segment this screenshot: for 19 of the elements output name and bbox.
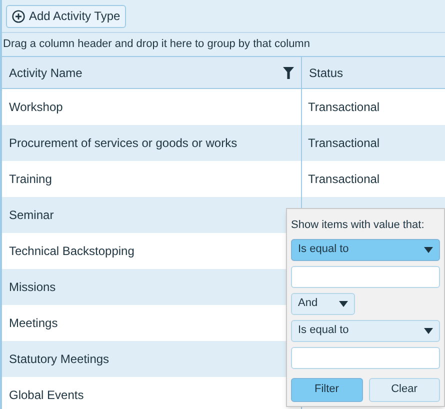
plus-circle-icon <box>12 10 25 22</box>
group-bar: Drag a column header and drop it here to group by that column <box>2 33 445 57</box>
logic-dropdown[interactable]: And <box>291 292 355 314</box>
table-cell-text: Transactional <box>307 135 381 152</box>
caret-icon <box>424 328 433 334</box>
column-header[interactable]: Status <box>302 57 445 88</box>
filter-value-field[interactable] <box>291 346 440 368</box>
operator-dropdown[interactable]: Is equal to <box>291 238 440 260</box>
add-activity-type-button[interactable]: Add Activity Type <box>6 4 126 28</box>
filter-value-field[interactable] <box>291 266 440 288</box>
filter-icon[interactable] <box>283 66 294 78</box>
column-header[interactable]: Activity Name <box>2 57 302 88</box>
clear-button[interactable]: Clear <box>368 378 440 402</box>
table-cell-text: Transactional <box>307 99 381 116</box>
table-cell-text: Transactional <box>307 171 381 188</box>
filter-heading: Show items with value that: <box>291 218 426 233</box>
operator-dropdown[interactable]: Is equal to <box>291 320 440 342</box>
filter-button[interactable]: Filter <box>291 378 362 402</box>
caret-icon <box>424 246 433 252</box>
